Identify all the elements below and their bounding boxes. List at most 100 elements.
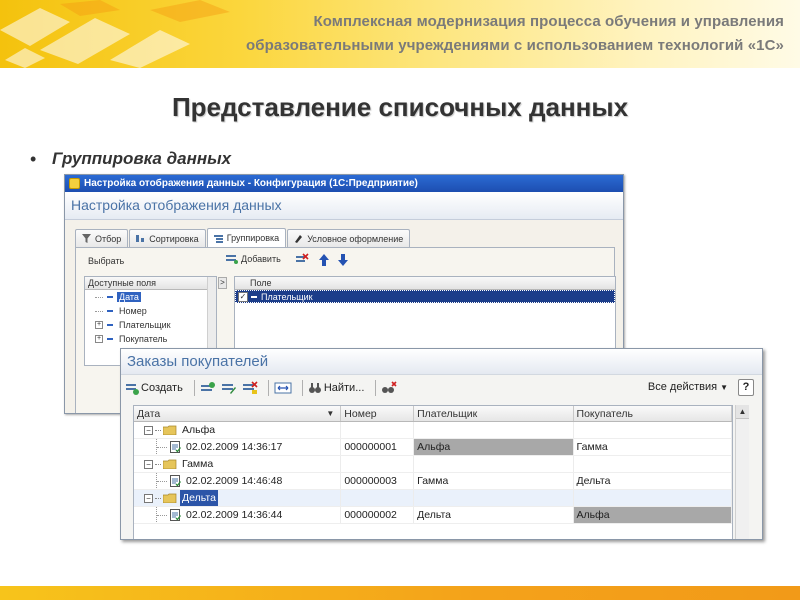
all-actions-menu[interactable]: Все действия ▼ <box>648 381 728 393</box>
chevron-down-icon: ▼ <box>720 382 728 392</box>
delete-icon[interactable] <box>295 253 309 267</box>
collapse-icon[interactable]: − <box>144 459 153 469</box>
bullet-text: Группировка данных <box>52 149 232 168</box>
edit-icon[interactable] <box>221 381 237 395</box>
group-row[interactable]: − Дельта <box>134 490 732 507</box>
cell-buyer: Дельта <box>574 473 732 489</box>
app-icon <box>69 178 80 189</box>
filter-icon <box>82 234 91 243</box>
scroll-up-icon[interactable]: ▲ <box>736 405 749 419</box>
grouping-icon <box>213 234 223 243</box>
tab-filter[interactable]: Отбор <box>75 229 129 247</box>
bullet-icon: • <box>30 148 37 169</box>
find-button[interactable]: Найти... <box>308 381 365 395</box>
cell-date: 02.02.2009 14:46:48 <box>186 474 283 487</box>
banner-decoration-icon <box>0 0 230 68</box>
tree-item-label: Плательщик <box>119 320 171 330</box>
tree-item[interactable]: + Плательщик <box>85 318 216 332</box>
table-scrollbar[interactable]: ▲ <box>735 405 749 539</box>
help-button[interactable]: ? <box>738 379 754 396</box>
folder-icon <box>163 425 177 435</box>
grouping-row-label: Плательщик <box>261 291 313 302</box>
field-icon <box>107 338 113 340</box>
tree-item-label: Номер <box>119 306 147 316</box>
column-header-buyer[interactable]: Покупатель <box>574 406 732 421</box>
column-header-number[interactable]: Номер <box>341 406 415 421</box>
tab-grouping[interactable]: Группировка <box>206 228 287 247</box>
cell-payer: Гамма <box>414 473 574 489</box>
field-icon <box>107 296 113 298</box>
create-icon <box>126 384 139 395</box>
tree-item-label: Покупатель <box>119 334 168 344</box>
conditional-format-icon <box>295 235 303 243</box>
tree-item[interactable]: + Покупатель <box>85 332 216 346</box>
settings-tabs: Отбор Сортировка Группировка Условное оф… <box>75 228 411 247</box>
tab-label: Отбор <box>95 233 122 244</box>
table-header: Дата ▼ Номер Плательщик Покупатель <box>134 406 732 422</box>
select-label: Выбрать <box>88 256 125 266</box>
cell-number: 000000001 <box>341 439 415 455</box>
document-icon <box>170 441 181 453</box>
delete-mark-icon[interactable] <box>242 381 258 395</box>
settings-window-titlebar[interactable]: Настройка отображения данных - Конфигура… <box>65 175 623 192</box>
settings-window-header: Настройка отображения данных <box>65 192 623 220</box>
grouping-row[interactable]: ✓ Плательщик <box>235 290 615 303</box>
group-name: Гамма <box>182 457 214 470</box>
folder-icon <box>163 459 177 469</box>
resize-columns-icon[interactable] <box>274 381 292 395</box>
create-button-label: Создать <box>141 382 183 394</box>
expand-icon[interactable]: + <box>95 321 103 329</box>
document-icon <box>170 509 181 521</box>
field-icon <box>107 310 113 312</box>
sort-icon <box>136 235 145 242</box>
sort-desc-icon: ▼ <box>326 409 335 418</box>
cell-buyer: Гамма <box>574 439 732 455</box>
grouping-grid-header: Поле <box>235 277 615 290</box>
document-icon <box>170 475 181 487</box>
table-row[interactable]: 02.02.2009 14:46:48 000000003 Гамма Дель… <box>134 473 732 490</box>
cancel-search-icon[interactable] <box>381 381 397 395</box>
move-up-icon[interactable] <box>317 253 331 267</box>
all-actions-label: Все действия <box>647 381 718 393</box>
bullet-item: • Группировка данных <box>30 148 231 170</box>
cell-buyer: Альфа <box>573 507 732 523</box>
tab-sort[interactable]: Сортировка <box>129 229 206 247</box>
orders-toolbar: Создать Найти... Все действия ▼ ? <box>121 375 762 401</box>
settings-window-title: Настройка отображения данных - Конфигура… <box>84 178 418 189</box>
group-name: Альфа <box>182 423 216 436</box>
banner-text-line2: образовательными учреждениями с использо… <box>246 37 784 54</box>
field-icon <box>107 324 113 326</box>
create-button[interactable]: Создать <box>125 381 183 395</box>
group-name: Дельта <box>180 490 218 506</box>
cell-payer: Альфа <box>414 439 574 455</box>
column-header-payer[interactable]: Плательщик <box>414 406 574 421</box>
binoculars-icon <box>308 383 321 393</box>
tab-label: Сортировка <box>149 233 199 244</box>
column-header-date[interactable]: Дата ▼ <box>134 406 342 421</box>
folder-icon <box>163 493 177 503</box>
collapse-icon[interactable]: − <box>144 425 153 435</box>
move-right-button[interactable]: > <box>218 277 227 289</box>
cell-number: 000000002 <box>341 507 415 523</box>
expand-icon[interactable]: + <box>95 335 103 343</box>
tree-item-label: Дата <box>117 292 141 302</box>
add-icon <box>226 255 238 264</box>
copy-icon[interactable] <box>200 381 216 395</box>
grouping-row-checkbox[interactable]: ✓ <box>238 291 248 302</box>
collapse-icon[interactable]: − <box>144 493 153 503</box>
table-row[interactable]: 02.02.2009 14:36:17 000000001 Альфа Гамм… <box>134 439 732 456</box>
slide-title: Представление списочных данных <box>171 92 629 122</box>
orders-window: Заказы покупателей Создать Найти... Все … <box>120 348 763 540</box>
tab-conditional-format[interactable]: Условное оформление <box>287 229 411 247</box>
group-row[interactable]: − Альфа <box>134 422 732 439</box>
available-fields-header: Доступные поля <box>85 277 216 290</box>
find-button-label: Найти... <box>323 382 365 394</box>
tree-item[interactable]: Номер <box>85 304 216 318</box>
move-down-icon[interactable] <box>336 253 350 267</box>
add-button[interactable]: Добавить <box>226 254 281 264</box>
cell-date: 02.02.2009 14:36:44 <box>186 508 283 521</box>
tree-item[interactable]: Дата <box>85 290 216 304</box>
tab-label: Группировка <box>226 233 280 243</box>
group-row[interactable]: − Гамма <box>134 456 732 473</box>
table-row[interactable]: 02.02.2009 14:36:44 000000002 Дельта Аль… <box>134 507 732 524</box>
